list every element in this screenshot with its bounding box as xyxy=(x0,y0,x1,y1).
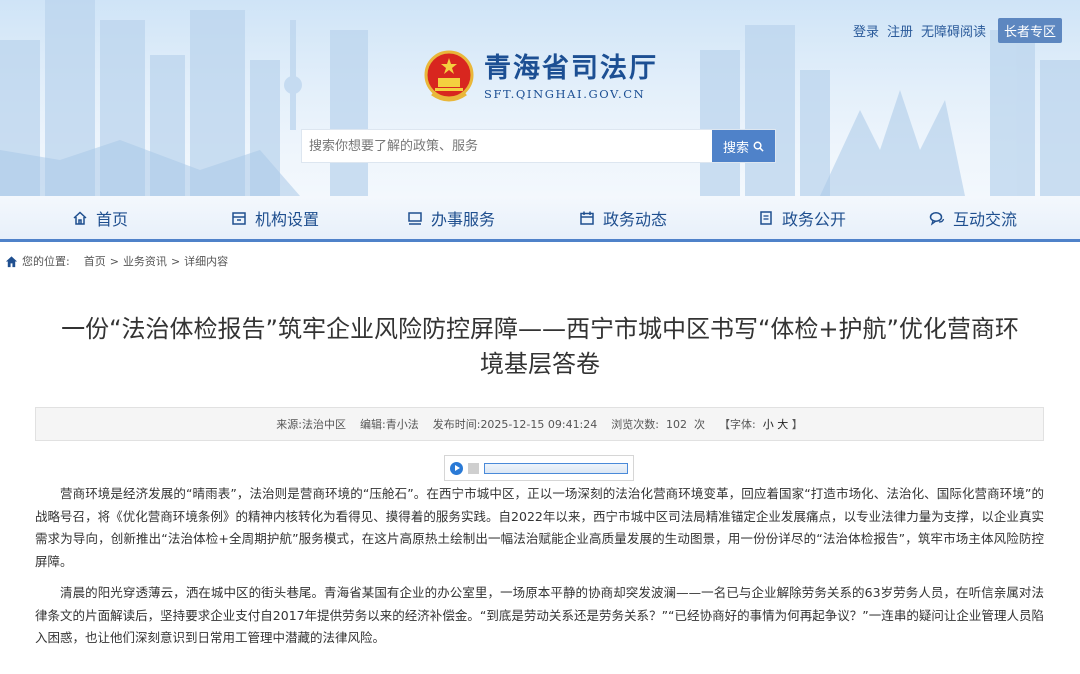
nav-label: 政务动态 xyxy=(603,209,668,229)
national-emblem-icon xyxy=(424,50,474,102)
site-domain: SFT.QINGHAI.GOV.CN xyxy=(484,86,646,101)
main-nav: 首页 机构设置 办事服务 政务动态 政务公开 互动交流 xyxy=(0,196,1080,242)
source-value: 法治中区 xyxy=(302,418,346,431)
home-icon xyxy=(73,210,87,225)
font-size-label: 【字体: xyxy=(718,418,756,431)
breadcrumb: 您的位置: 首页 > 业务资讯 > 详细内容 xyxy=(5,253,228,269)
audio-player xyxy=(444,455,634,481)
stop-icon[interactable] xyxy=(468,462,479,474)
source-label: 来源: xyxy=(276,418,302,431)
font-size-close: 】 xyxy=(791,418,803,431)
views-unit: 次 xyxy=(693,418,705,431)
accessibility-link[interactable]: 无障碍阅读 xyxy=(921,21,986,40)
nav-home[interactable]: 首页 xyxy=(72,196,128,239)
search-button[interactable]: 搜索 xyxy=(712,130,775,162)
article-title: 一份“法治体检报告”筑牢企业风险防控屏障——西宁市城中区书写“体检+护航”优化营… xyxy=(40,312,1040,382)
site-name: 青海省司法厅 xyxy=(484,52,658,84)
nav-interaction[interactable]: 互动交流 xyxy=(929,196,1017,239)
breadcrumb-business-news[interactable]: 业务资讯 xyxy=(123,253,167,269)
nav-services[interactable]: 办事服务 xyxy=(407,196,495,239)
font-large-button[interactable]: 大 xyxy=(777,416,788,432)
article-paragraph: 营商环境是经济发展的“晴雨表”，法治则是营商环境的“压舱石”。在西宁市城中区，正… xyxy=(35,486,1044,569)
nav-public-info[interactable]: 政务公开 xyxy=(758,196,846,239)
home-icon xyxy=(5,255,18,267)
chat-icon xyxy=(929,211,945,226)
service-icon xyxy=(408,211,422,225)
site-header: 登录 注册 无障碍阅读 长者专区 青海省司法厅 SFT.QINGHAI.GOV.… xyxy=(0,0,1080,196)
nav-organization[interactable]: 机构设置 xyxy=(231,196,319,239)
nav-label: 办事服务 xyxy=(431,209,496,229)
publish-time-value: 2025-12-15 09:41:24 xyxy=(480,417,598,431)
site-logo[interactable]: 青海省司法厅 SFT.QINGHAI.GOV.CN xyxy=(424,50,658,104)
search-button-label: 搜索 xyxy=(722,140,749,156)
views-count: 102 xyxy=(665,417,687,431)
search-input[interactable] xyxy=(302,130,712,162)
top-links: 登录 注册 无障碍阅读 长者专区 xyxy=(853,18,1062,43)
building-icon xyxy=(232,211,246,225)
register-link[interactable]: 注册 xyxy=(887,21,913,40)
elder-zone-button[interactable]: 长者专区 xyxy=(997,18,1062,43)
publish-time-label: 发布时间: xyxy=(432,418,481,431)
editor-value: 青小法 xyxy=(385,418,419,431)
breadcrumb-prefix: 您的位置: xyxy=(22,255,70,268)
views-label: 浏览次数: xyxy=(611,418,659,431)
nav-label: 首页 xyxy=(96,209,129,229)
breadcrumb-current: 详细内容 xyxy=(184,255,229,268)
breadcrumb-separator: > xyxy=(170,254,181,268)
article-paragraph: 清晨的阳光穿透薄云，洒在城中区的街头巷尾。青海省某国有企业的办公室里，一场原本平… xyxy=(35,585,1044,645)
article-meta: 来源: 法治中区 编辑: 青小法 发布时间: 2025-12-15 09:41:… xyxy=(35,407,1044,441)
document-icon xyxy=(760,210,772,225)
calendar-icon xyxy=(580,211,594,225)
nav-label: 政务公开 xyxy=(782,209,847,229)
search-icon xyxy=(753,141,764,152)
play-icon[interactable] xyxy=(450,461,463,475)
article-content: 营商环境是经济发展的“晴雨表”，法治则是营商环境的“压舱石”。在西宁市城中区，正… xyxy=(35,483,1044,659)
login-link[interactable]: 登录 xyxy=(853,21,879,40)
breadcrumb-separator: > xyxy=(109,254,119,268)
nav-label: 互动交流 xyxy=(953,209,1018,229)
editor-label: 编辑: xyxy=(360,418,386,431)
nav-label: 机构设置 xyxy=(255,209,320,229)
article-title-line: 境基层答卷 xyxy=(480,350,600,378)
article-title-line: 一份“法治体检报告”筑牢企业风险防控屏障——西宁市城中区书写“体检+护航”优化营… xyxy=(61,315,1019,343)
audio-progress-bar[interactable] xyxy=(484,462,628,474)
font-small-button[interactable]: 小 xyxy=(763,416,774,432)
nav-news[interactable]: 政务动态 xyxy=(579,196,667,239)
search-bar: 搜索 xyxy=(301,129,776,163)
breadcrumb-home[interactable]: 首页 xyxy=(84,253,106,269)
